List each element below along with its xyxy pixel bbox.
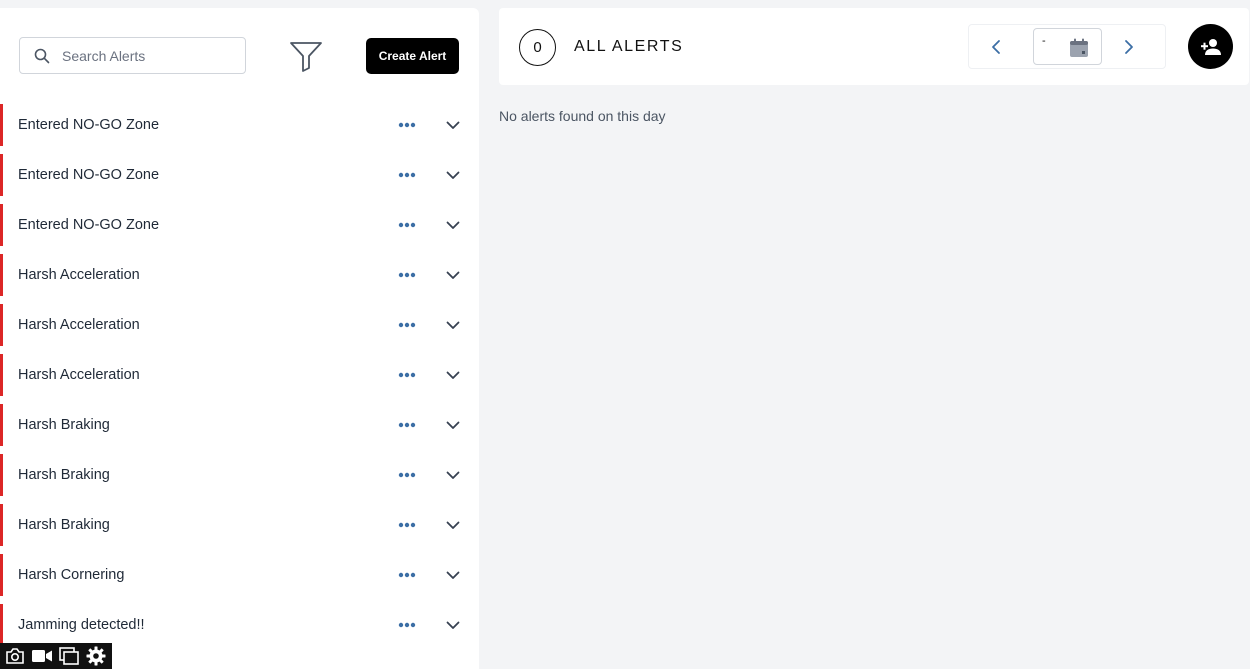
alert-label: Harsh Braking <box>18 467 110 483</box>
more-horizontal-icon <box>398 322 416 328</box>
more-horizontal-icon <box>398 172 416 178</box>
more-horizontal-icon <box>398 122 416 128</box>
alert-label: Harsh Braking <box>18 517 110 533</box>
alert-list-item[interactable]: Harsh Braking <box>0 504 479 546</box>
create-alert-button[interactable]: Create Alert <box>366 38 459 74</box>
alert-list-item[interactable]: Harsh Braking <box>0 404 479 446</box>
empty-state-message: No alerts found on this day <box>499 108 666 124</box>
alert-more-options-button[interactable] <box>394 265 420 285</box>
more-horizontal-icon <box>398 272 416 278</box>
chevron-down-icon <box>446 471 460 479</box>
more-horizontal-icon <box>398 622 416 628</box>
alert-more-options-button[interactable] <box>394 615 420 635</box>
alert-label: Harsh Acceleration <box>18 367 140 383</box>
window-icon <box>59 647 79 665</box>
page-title: ALL ALERTS <box>574 38 684 55</box>
alert-label: Entered NO-GO Zone <box>18 117 160 133</box>
settings-button[interactable] <box>85 645 107 667</box>
date-picker[interactable]: - <box>1033 28 1102 65</box>
alert-expand-button[interactable] <box>442 615 464 635</box>
alert-label: Harsh Cornering <box>18 567 125 583</box>
alert-label: Jamming detected!! <box>18 617 145 633</box>
video-icon <box>32 650 52 662</box>
alert-more-options-button[interactable] <box>394 365 420 385</box>
alert-more-options-button[interactable] <box>394 215 420 235</box>
alert-expand-button[interactable] <box>442 215 464 235</box>
alert-expand-button[interactable] <box>442 465 464 485</box>
chevron-down-icon <box>446 621 460 629</box>
add-user-button[interactable] <box>1188 24 1233 69</box>
alert-expand-button[interactable] <box>442 515 464 535</box>
alert-more-options-button[interactable] <box>394 115 420 135</box>
alert-list-item[interactable]: Entered NO-GO Zone <box>0 204 479 246</box>
alert-expand-button[interactable] <box>442 315 464 335</box>
chevron-down-icon <box>446 121 460 129</box>
chevron-down-icon <box>446 321 460 329</box>
more-horizontal-icon <box>398 522 416 528</box>
previous-day-button[interactable] <box>986 37 1006 57</box>
more-horizontal-icon <box>398 572 416 578</box>
alert-more-options-button[interactable] <box>394 465 420 485</box>
gear-icon <box>86 646 106 666</box>
window-capture-button[interactable] <box>58 645 80 667</box>
alert-expand-button[interactable] <box>442 565 464 585</box>
alerts-header: 0 ALL ALERTS - <box>499 8 1249 85</box>
chevron-down-icon <box>446 571 460 579</box>
alert-list-item[interactable]: Jamming detected!! <box>0 604 479 646</box>
alert-list-item[interactable]: Harsh Acceleration <box>0 304 479 346</box>
date-value: - <box>1042 35 1046 47</box>
alert-label: Harsh Braking <box>18 417 110 433</box>
chevron-down-icon <box>446 521 460 529</box>
filter-icon <box>290 42 322 72</box>
more-horizontal-icon <box>398 222 416 228</box>
alert-more-options-button[interactable] <box>394 165 420 185</box>
alert-more-options-button[interactable] <box>394 515 420 535</box>
alert-more-options-button[interactable] <box>394 315 420 335</box>
search-input[interactable] <box>60 46 220 65</box>
chevron-left-icon <box>992 40 1000 54</box>
alert-label: Harsh Acceleration <box>18 267 140 283</box>
alert-list-item[interactable]: Entered NO-GO Zone <box>0 104 479 146</box>
alert-expand-button[interactable] <box>442 415 464 435</box>
capture-toolbar <box>0 643 112 669</box>
alert-list-item[interactable]: Harsh Acceleration <box>0 254 479 296</box>
chevron-down-icon <box>446 171 460 179</box>
alert-list-item[interactable]: Entered NO-GO Zone <box>0 154 479 196</box>
more-horizontal-icon <box>398 472 416 478</box>
chevron-right-icon <box>1125 40 1133 54</box>
alert-label: Entered NO-GO Zone <box>18 217 160 233</box>
chevron-down-icon <box>446 371 460 379</box>
chevron-down-icon <box>446 421 460 429</box>
filter-button[interactable] <box>288 39 324 75</box>
search-box[interactable] <box>19 37 246 74</box>
calendar-icon <box>1070 38 1088 57</box>
camera-icon <box>6 648 24 664</box>
alert-list-item[interactable]: Harsh Braking <box>0 454 479 496</box>
alert-label: Harsh Acceleration <box>18 317 140 333</box>
alert-count: 0 <box>533 39 542 56</box>
more-horizontal-icon <box>398 422 416 428</box>
alert-expand-button[interactable] <box>442 365 464 385</box>
alert-count-badge: 0 <box>519 29 556 66</box>
alert-more-options-button[interactable] <box>394 565 420 585</box>
search-icon <box>34 48 50 63</box>
chevron-down-icon <box>446 271 460 279</box>
alert-list-item[interactable]: Harsh Acceleration <box>0 354 479 396</box>
more-horizontal-icon <box>398 372 416 378</box>
record-video-button[interactable] <box>31 645 53 667</box>
add-user-icon <box>1200 38 1221 55</box>
alert-list: Entered NO-GO Zone Entered NO-GO Zone Ente… <box>0 104 479 654</box>
alert-list-item[interactable]: Harsh Cornering <box>0 554 479 596</box>
next-day-button[interactable] <box>1119 37 1139 57</box>
chevron-down-icon <box>446 221 460 229</box>
alert-label: Entered NO-GO Zone <box>18 167 160 183</box>
date-navigator: - <box>968 24 1166 69</box>
alert-expand-button[interactable] <box>442 265 464 285</box>
alert-expand-button[interactable] <box>442 115 464 135</box>
alerts-sidebar: Create Alert Entered NO-GO ZoneEntered N… <box>0 8 479 669</box>
alert-more-options-button[interactable] <box>394 415 420 435</box>
alert-expand-button[interactable] <box>442 165 464 185</box>
screenshot-button[interactable] <box>4 645 26 667</box>
